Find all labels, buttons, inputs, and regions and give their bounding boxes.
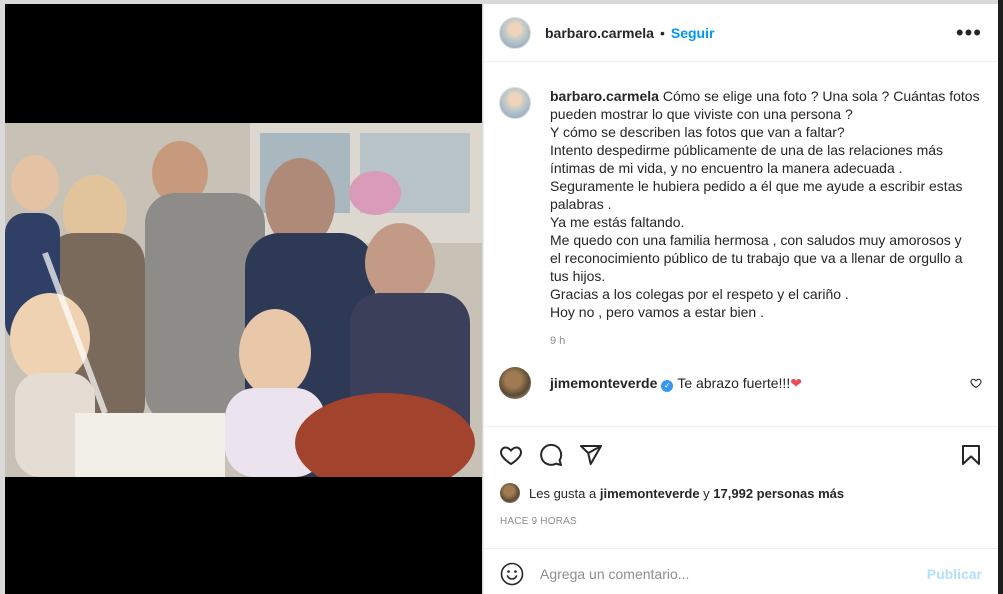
likes-connector: y xyxy=(703,485,710,501)
comment-text: jimemonteverde ✓ Te abrazo fuerte!!!❤ xyxy=(550,375,802,392)
red-heart-emoji: ❤ xyxy=(790,374,802,391)
caption-timestamp[interactable]: 9 h xyxy=(550,335,982,347)
action-bar xyxy=(484,426,998,482)
caption-line: Seguramente le hubiera pedido a él que m… xyxy=(550,178,963,194)
follow-button[interactable]: Seguir xyxy=(671,25,715,41)
verified-badge-icon: ✓ xyxy=(661,379,674,392)
caption-line: Gracias a los colegas por el respeto y e… xyxy=(550,286,849,302)
likes-summary: Les gusta a jimemonteverde y 17,992 pers… xyxy=(500,483,982,503)
comment-like-heart-icon[interactable] xyxy=(970,377,982,389)
comment-item: jimemonteverde ✓ Te abrazo fuerte!!!❤ xyxy=(499,367,982,399)
caption-username[interactable]: barbaro.carmela xyxy=(550,88,659,104)
caption-line: íntimas de mi vida, y no encuentro la ma… xyxy=(550,160,903,176)
author-avatar[interactable] xyxy=(499,16,531,49)
heart-icon[interactable] xyxy=(499,443,523,467)
caption-author-avatar[interactable] xyxy=(499,87,531,119)
post-details-panel: barbaro.carmela • Seguir ••• barbaro.car… xyxy=(483,4,998,594)
comment-body: Te abrazo fuerte!!! xyxy=(677,374,791,391)
window-edge xyxy=(998,0,1003,594)
post-media-area xyxy=(5,4,482,594)
comment-input[interactable] xyxy=(540,565,927,582)
separator-dot: • xyxy=(659,24,665,41)
post-photo[interactable] xyxy=(5,123,482,477)
commenter-username[interactable]: jimemonteverde xyxy=(550,375,657,391)
caption-line: tus hijos. xyxy=(550,268,606,284)
more-options-icon[interactable]: ••• xyxy=(956,20,982,46)
post-header: barbaro.carmela • Seguir ••• xyxy=(484,4,998,62)
caption-line: Ya me estás faltando. xyxy=(550,214,685,230)
likes-prefix: Les gusta a xyxy=(529,485,597,501)
comments-section[interactable]: barbaro.carmela Cómo se elige una foto ?… xyxy=(484,63,998,426)
caption-line: palabras . xyxy=(550,196,612,212)
caption-lines: barbaro.carmela Cómo se elige una foto ?… xyxy=(550,87,980,321)
caption-line: Hoy no , pero vamos a estar bien . xyxy=(550,304,764,320)
comment-icon[interactable] xyxy=(539,443,563,467)
liker-avatar[interactable] xyxy=(500,483,520,503)
share-icon[interactable] xyxy=(579,443,603,467)
comment-composer: Publicar xyxy=(484,548,998,594)
caption-line: el reconocimiento público de tu trabajo … xyxy=(550,250,963,266)
bookmark-icon[interactable] xyxy=(959,443,983,467)
cut-off-comment xyxy=(550,411,710,417)
likes-count[interactable]: 17,992 personas más xyxy=(713,486,844,501)
caption-line-0: Cómo se elige una foto ? Una sola ? Cuán… xyxy=(662,88,980,104)
author-username[interactable]: barbaro.carmela xyxy=(545,25,654,41)
post-time-ago[interactable]: HACE 9 HORAS xyxy=(500,516,577,527)
smiley-icon[interactable] xyxy=(500,562,524,586)
liker-username[interactable]: jimemonteverde xyxy=(600,486,700,501)
post-comment-button[interactable]: Publicar xyxy=(927,566,982,582)
family-photo-illustration xyxy=(5,123,482,477)
caption-text: barbaro.carmela Cómo se elige una foto ?… xyxy=(550,87,980,321)
caption-line: Intento despedirme públicamente de una d… xyxy=(550,142,944,158)
caption: barbaro.carmela Cómo se elige una foto ?… xyxy=(499,87,982,321)
caption-line-first: barbaro.carmela Cómo se elige una foto ?… xyxy=(550,87,980,105)
caption-line: pueden mostrar lo que viviste con una pe… xyxy=(550,106,853,122)
caption-line: Y cómo se describen las fotos que van a … xyxy=(550,124,845,140)
caption-line: Me quedo con una familia hermosa , con s… xyxy=(550,232,962,248)
commenter-avatar[interactable] xyxy=(499,367,531,399)
